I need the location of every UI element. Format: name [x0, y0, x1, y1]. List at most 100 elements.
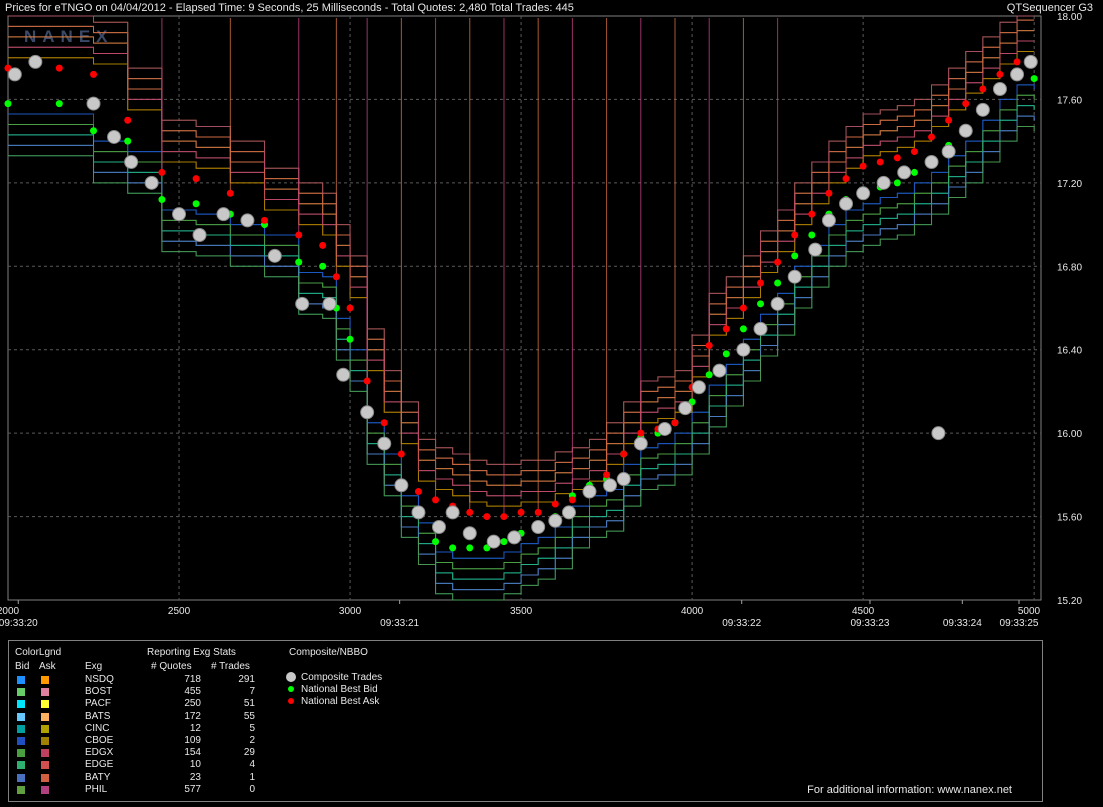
best-bid-point [739, 325, 747, 333]
best-bid-point [90, 127, 98, 135]
exchange-trades: 7 [249, 686, 255, 698]
ask-color-swatch [41, 712, 49, 721]
composite-trade-point [336, 367, 351, 382]
legend-composite-header: Composite/NBBO [289, 647, 368, 658]
y-tick-label: 18.00 [1057, 12, 1082, 23]
composite-trade-point [787, 269, 802, 284]
exchange-quotes: 12 [189, 722, 201, 734]
composite-trade-point [856, 186, 871, 201]
best-ask-point [962, 100, 970, 108]
best-bid-point [791, 252, 799, 260]
best-ask-point [637, 429, 645, 437]
best-ask-point [757, 279, 765, 287]
composite-trade-point [941, 144, 956, 159]
exchange-quotes: 10 [189, 759, 201, 771]
ask-color-swatch [41, 688, 49, 697]
composite-trade-point [216, 207, 231, 222]
best-bid-point [705, 371, 713, 379]
composite-trade-point [172, 207, 187, 222]
best-ask-point [791, 231, 799, 239]
best-ask-point [568, 496, 576, 504]
composite-trade-point [808, 242, 823, 257]
ask-color-swatch [41, 737, 49, 745]
best-ask-point [671, 419, 679, 427]
composite-trade-point [531, 520, 546, 534]
best-ask-point [363, 377, 371, 385]
best-bid-point [346, 335, 354, 343]
composite-trade-point [411, 505, 426, 520]
best-ask-point [414, 488, 422, 496]
best-bid-point [295, 258, 303, 266]
best-ask-point [910, 148, 918, 156]
best-bid-point [466, 544, 474, 552]
exchange-quotes: 109 [184, 735, 201, 746]
best-ask-point [380, 419, 388, 427]
best-ask-point [261, 216, 269, 224]
composite-trade-point [958, 123, 973, 138]
composite-trade-point [360, 405, 375, 420]
x-tick-label: 3500 [510, 606, 533, 617]
composite-trade-point [975, 102, 990, 117]
ask-color-swatch [41, 761, 49, 770]
x-tick-label: 3000 [339, 606, 362, 617]
time-label: 09:33:24 [943, 618, 982, 629]
ask-color-swatch [41, 749, 49, 758]
composite-trade-point [240, 213, 255, 228]
exchange-quotes: 23 [189, 771, 201, 783]
best-ask-point [620, 450, 628, 458]
best-bid-point [1030, 75, 1038, 83]
composite-trade-point [28, 54, 43, 69]
ask-color-swatch [41, 785, 49, 794]
exchange-trades: 291 [238, 674, 255, 685]
composite-trade-point [561, 505, 576, 520]
best-bid-point [774, 279, 782, 287]
exchange-trades: 55 [243, 710, 255, 722]
best-ask-point [996, 70, 1004, 78]
composite-trade-point [839, 196, 854, 211]
legend-trades-header: # Trades [211, 661, 250, 672]
best-bid-point [124, 137, 132, 145]
exchange-name: BOST [85, 686, 113, 698]
x-tick-label: 2000 [0, 606, 20, 617]
best-ask-point [876, 158, 884, 166]
exchange-trades: 5 [249, 722, 255, 734]
composite-trade-point [770, 296, 785, 311]
composite-trade-point [736, 342, 751, 357]
bid-color-swatch [17, 700, 25, 709]
composite-trade-point [992, 82, 1007, 96]
best-bid-point [449, 544, 457, 552]
bid-color-swatch [17, 688, 25, 697]
exchange-name: EDGX [85, 747, 114, 759]
composite-legend-marker [288, 686, 294, 692]
y-tick-label: 17.60 [1057, 95, 1082, 106]
best-bid-point [192, 200, 200, 208]
time-label: 09:33:25 [1000, 618, 1039, 629]
exchange-trades: 0 [249, 783, 255, 795]
bid-color-swatch [17, 761, 25, 770]
x-tick-label: 2500 [168, 606, 191, 617]
best-ask-point [722, 325, 730, 333]
best-bid-point [432, 538, 440, 546]
best-ask-point [928, 133, 936, 141]
best-bid-point [893, 179, 901, 187]
composite-legend-marker [288, 698, 294, 704]
bid-color-swatch [17, 749, 25, 758]
composite-trade-point [633, 436, 648, 451]
composite-legend-marker [286, 672, 296, 682]
best-ask-point [332, 273, 340, 281]
time-label: 09:33:22 [722, 618, 761, 629]
best-ask-point [226, 189, 234, 197]
bid-color-swatch [17, 737, 25, 745]
composite-trade-point [931, 426, 946, 441]
x-tick-label: 5000 [1018, 606, 1041, 617]
best-bid-point [910, 168, 918, 176]
bid-color-swatch [17, 785, 25, 794]
exchange-name: CINC [85, 722, 110, 734]
exchange-quotes: 172 [184, 710, 201, 722]
best-ask-point [551, 500, 559, 508]
exchange-name: PACF [85, 698, 111, 710]
ask-color-swatch [41, 773, 49, 782]
exchange-name: BATY [85, 771, 111, 783]
composite-trade-point [876, 175, 891, 190]
best-ask-point [124, 116, 132, 124]
